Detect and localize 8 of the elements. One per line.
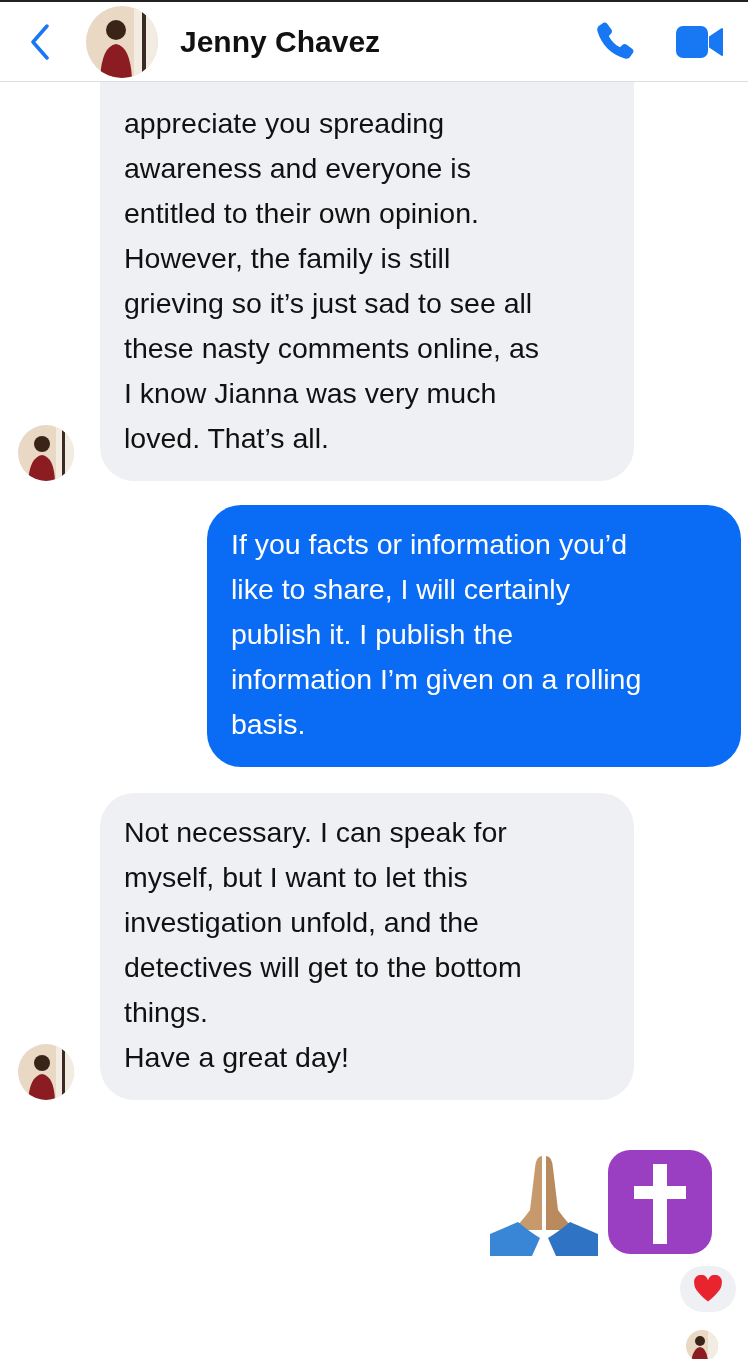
message-bubble: appreciate you spreading awareness and everyone is entitled to their own opinion. However, the family is still grieving so it’s just sad to see all these nasty comments online, as I know Jianna was very much loved. That’s all. xyxy=(100,82,634,481)
message-bubble: Not necessary. I can speak for myself, but I want to let this investigation unfold, and the detectives will get to the bottom things. Have a great day! xyxy=(100,793,634,1100)
back-icon[interactable] xyxy=(30,23,50,60)
contact-name: Jenny Chavez xyxy=(180,24,381,59)
video-camera-icon[interactable] xyxy=(676,23,724,60)
heart-icon xyxy=(693,1275,723,1303)
message-bubble: If you facts or information you’d like to share, I will certainly publish it. I publish the information I’m given on a rolling basis. xyxy=(207,505,741,767)
cross-icon xyxy=(606,1148,714,1256)
